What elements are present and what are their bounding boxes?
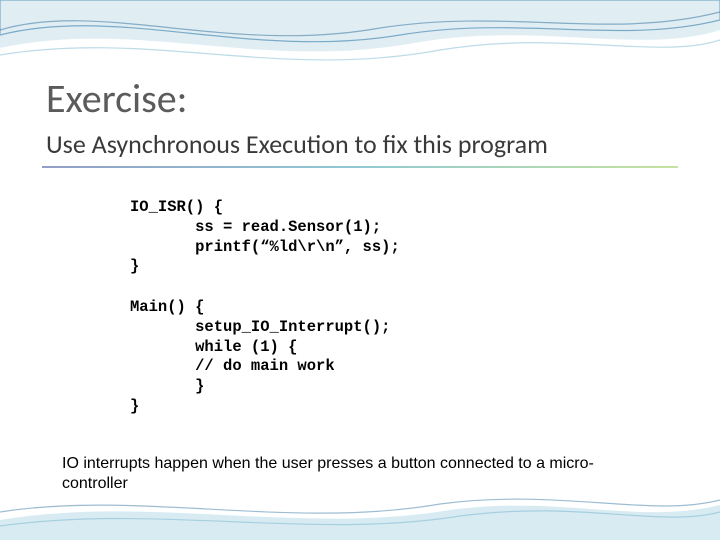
decorative-wave-bottom [0, 490, 720, 540]
decorative-wave-top [0, 0, 720, 80]
footnote-text: IO interrupts happen when the user press… [62, 454, 622, 494]
code-block-isr: IO_ISR() { ss = read.Sensor(1); printf(“… [130, 198, 400, 277]
title-underline [42, 166, 678, 168]
slide-subtitle: Use Asynchronous Execution to fix this p… [46, 128, 548, 160]
code-block-main: Main() { setup_IO_Interrupt(); while (1)… [130, 298, 390, 417]
slide-title: Exercise: [46, 74, 187, 123]
